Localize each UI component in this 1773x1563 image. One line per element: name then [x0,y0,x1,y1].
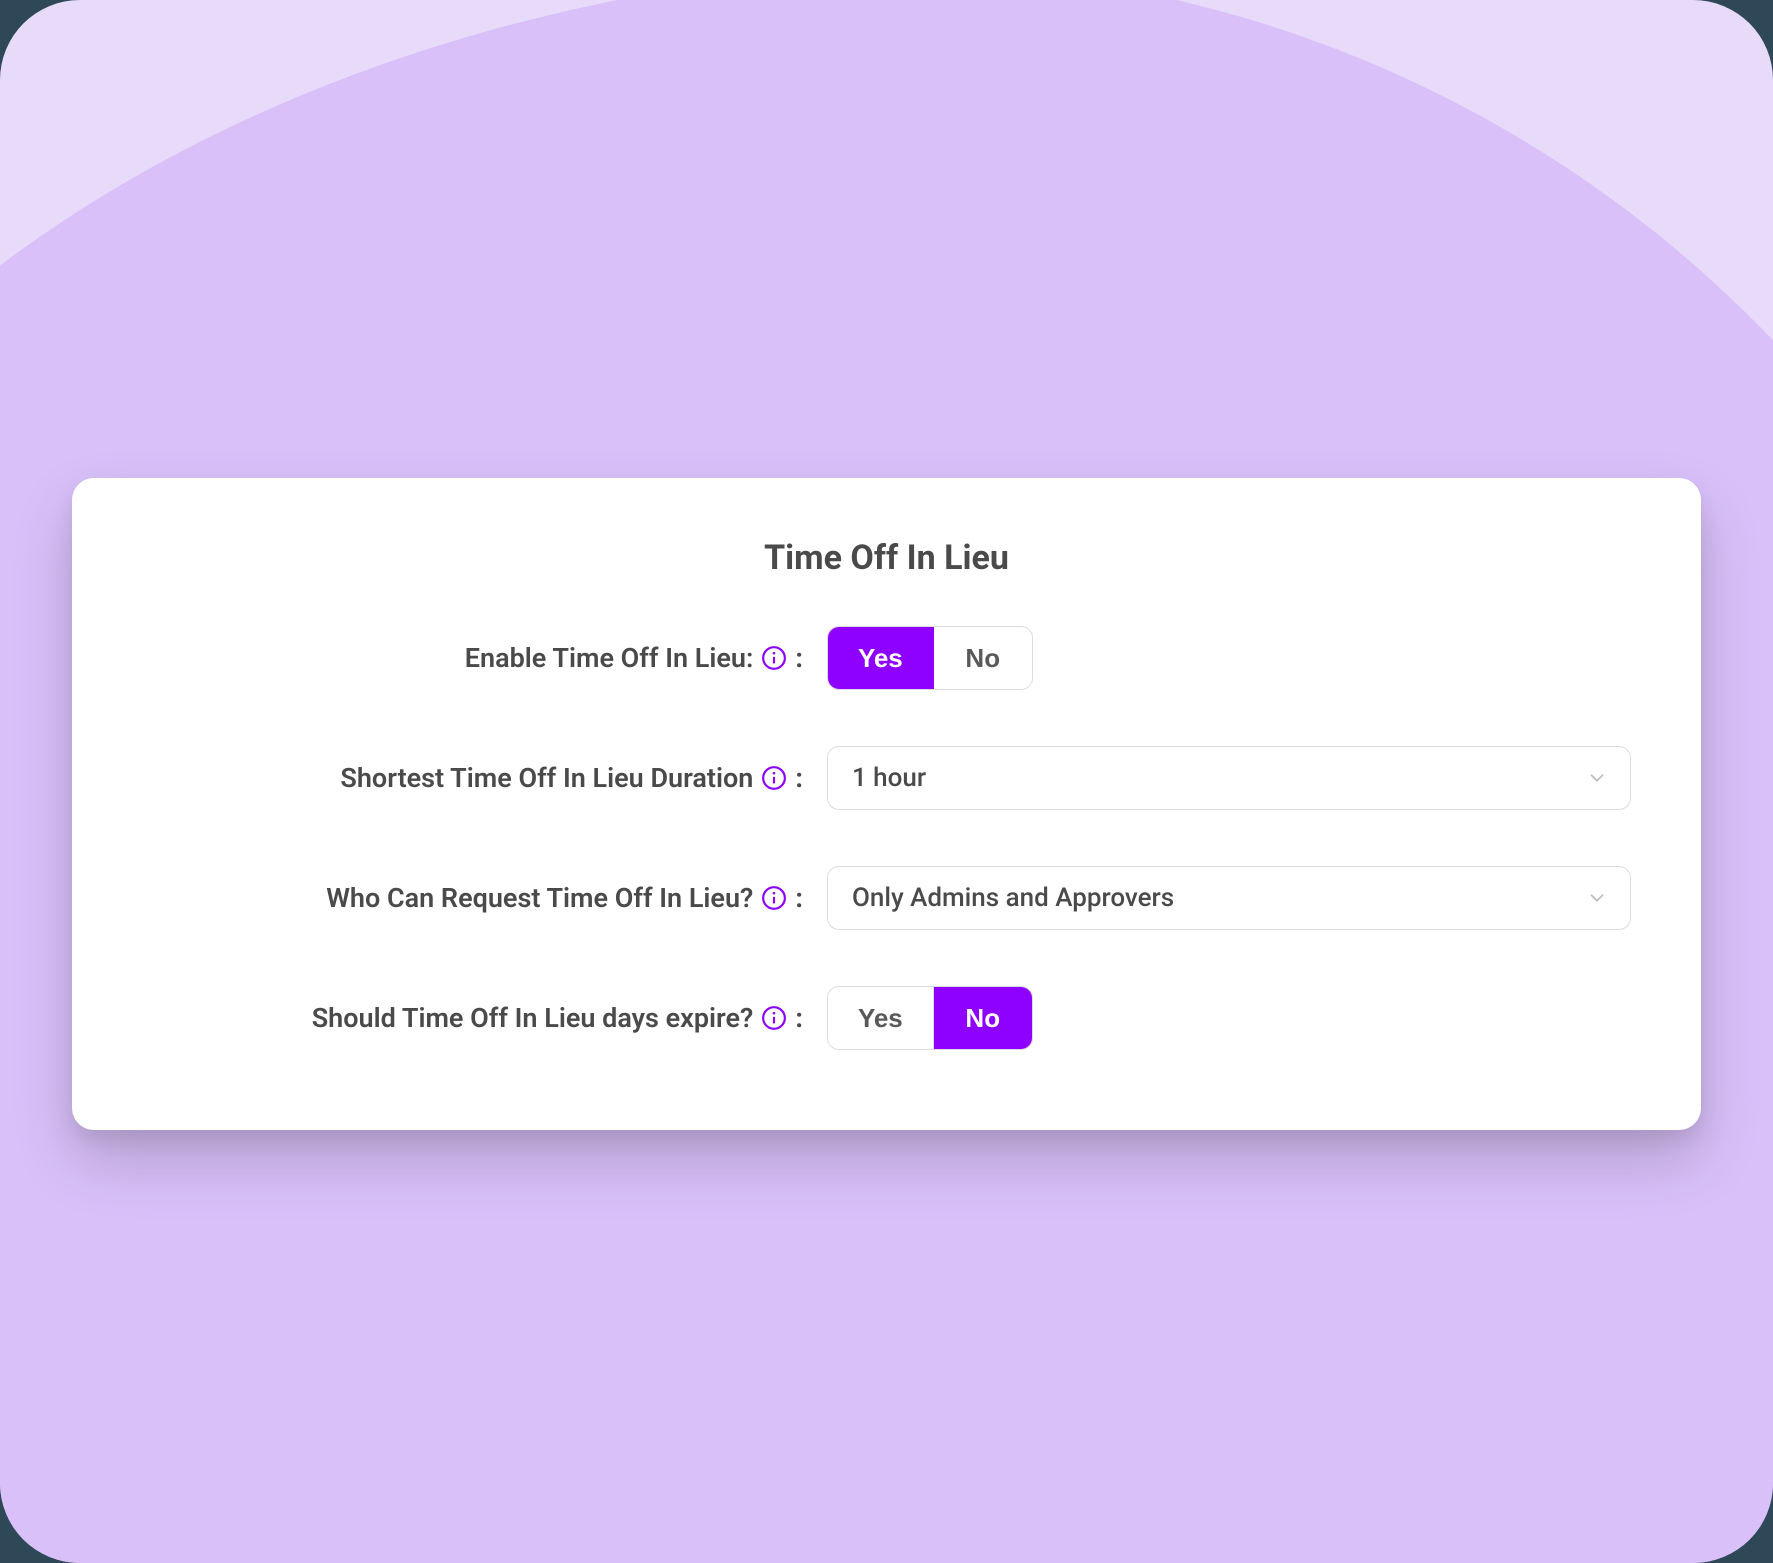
info-icon[interactable] [761,645,787,671]
who-can-request-value: Only Admins and Approvers [852,883,1174,913]
expire-toggle-group: Yes No [827,986,1631,1050]
row-who-can-request: Who Can Request Time Off In Lieu? : Only… [142,866,1631,930]
expire-label: Should Time Off In Lieu days expire? [312,1002,754,1034]
enable-label: Enable Time Off In Lieu: [465,642,754,674]
colon: : [795,642,803,674]
enable-no-button[interactable]: No [934,627,1032,689]
row-shortest-duration: Shortest Time Off In Lieu Duration : 1 h… [142,746,1631,810]
label-wrap-enable: Enable Time Off In Lieu: : [142,642,827,674]
info-icon[interactable] [761,1005,787,1031]
shortest-duration-select[interactable]: 1 hour [827,746,1631,810]
colon: : [795,762,803,794]
shortest-label: Shortest Time Off In Lieu Duration [340,762,753,794]
row-enable-toil: Enable Time Off In Lieu: : Yes No [142,626,1631,690]
info-icon[interactable] [761,885,787,911]
who-label: Who Can Request Time Off In Lieu? [326,882,753,914]
label-wrap-shortest: Shortest Time Off In Lieu Duration : [142,762,827,794]
shortest-duration-value: 1 hour [852,763,926,793]
background-stage: Time Off In Lieu Enable Time Off In Lieu… [0,0,1773,1563]
who-can-request-select[interactable]: Only Admins and Approvers [827,866,1631,930]
enable-toggle-group: Yes No [827,626,1631,690]
expire-no-button[interactable]: No [934,987,1032,1049]
colon: : [795,1002,803,1034]
expire-yes-button[interactable]: Yes [828,987,934,1049]
colon: : [795,882,803,914]
label-wrap-who: Who Can Request Time Off In Lieu? : [142,882,827,914]
chevron-down-icon [1586,767,1608,789]
info-icon[interactable] [761,765,787,791]
card-title: Time Off In Lieu [142,538,1631,578]
settings-card: Time Off In Lieu Enable Time Off In Lieu… [72,478,1701,1130]
row-expire-toil: Should Time Off In Lieu days expire? : Y… [142,986,1631,1050]
enable-yes-button[interactable]: Yes [828,627,934,689]
label-wrap-expire: Should Time Off In Lieu days expire? : [142,1002,827,1034]
chevron-down-icon [1586,887,1608,909]
